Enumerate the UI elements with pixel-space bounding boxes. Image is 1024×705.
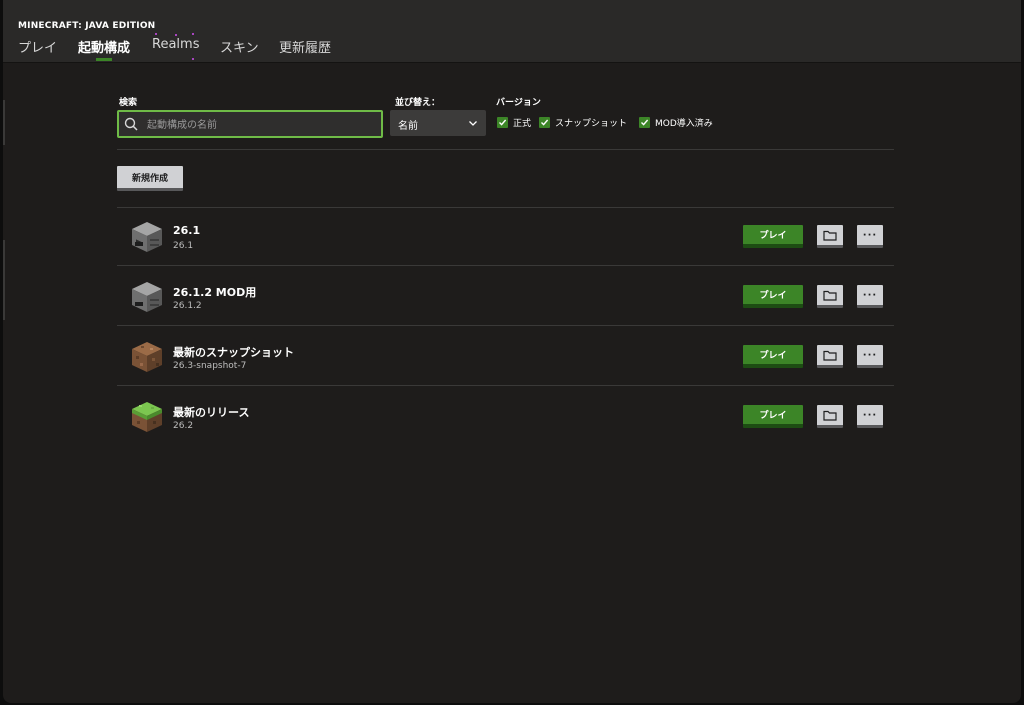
checkmark-icon — [497, 116, 508, 128]
installation-version: 26.1.2 — [173, 301, 202, 311]
open-folder-button[interactable] — [817, 345, 843, 368]
play-button[interactable]: プレイ — [743, 345, 803, 368]
open-folder-button[interactable] — [817, 405, 843, 428]
play-button[interactable]: プレイ — [743, 405, 803, 428]
furnace-icon — [132, 222, 162, 252]
installation-version: 26.3-snapshot-7 — [173, 361, 247, 371]
grass-block-icon — [132, 402, 162, 432]
dirt-block-icon — [132, 342, 162, 372]
sort-label: 並び替え： — [395, 98, 441, 108]
installation-name: 最新のスナップショット — [173, 346, 294, 359]
row-divider — [117, 265, 894, 266]
search-input[interactable] — [145, 115, 379, 135]
top-header: MINECRAFT: JAVA EDITION プレイ 起動構成 Realms … — [3, 0, 1021, 63]
play-button[interactable]: プレイ — [743, 285, 803, 308]
app-title: MINECRAFT: JAVA EDITION — [18, 21, 156, 31]
installation-version: 26.2 — [173, 421, 194, 431]
realms-sparkle-icon — [175, 34, 177, 36]
installation-name: 26.1 — [173, 224, 201, 237]
play-button[interactable]: プレイ — [743, 225, 803, 248]
filter-release-checkbox[interactable]: 正式 — [497, 116, 532, 129]
filter-release-label: 正式 — [513, 118, 532, 129]
search-label: 検索 — [119, 98, 138, 108]
search-field[interactable] — [117, 110, 383, 138]
installation-row[interactable]: 最新のリリース 26.2 プレイ ··· — [117, 388, 894, 446]
tab-skins[interactable]: スキン — [220, 37, 259, 56]
filter-snapshot-checkbox[interactable]: スナップショット — [539, 116, 628, 129]
filter-modded-label: MOD導入済み — [655, 118, 713, 129]
more-options-button[interactable]: ··· — [857, 285, 883, 308]
version-label: バージョン — [496, 98, 541, 108]
launcher-window: MINECRAFT: JAVA EDITION プレイ 起動構成 Realms … — [3, 0, 1021, 703]
sort-dropdown[interactable]: 名前 — [390, 110, 486, 136]
realms-sparkle-icon — [155, 33, 157, 35]
folder-icon — [823, 290, 837, 301]
filter-modded-checkbox[interactable]: MOD導入済み — [639, 116, 713, 129]
search-icon — [124, 117, 138, 131]
open-folder-button[interactable] — [817, 225, 843, 248]
window-edge — [3, 100, 5, 145]
folder-icon — [823, 350, 837, 361]
folder-icon — [823, 230, 837, 241]
furnace-icon — [132, 282, 162, 312]
installation-name: 最新のリリース — [173, 406, 250, 419]
installation-name: 26.1.2 MOD用 — [173, 286, 257, 299]
tab-patch-notes[interactable]: 更新履歴 — [279, 37, 331, 56]
open-folder-button[interactable] — [817, 285, 843, 308]
filter-snapshot-label: スナップショット — [555, 118, 628, 129]
more-options-button[interactable]: ··· — [857, 345, 883, 368]
filters-divider — [117, 149, 894, 150]
row-divider — [117, 325, 894, 326]
folder-icon — [823, 410, 837, 421]
realms-sparkle-icon — [192, 58, 194, 60]
tab-play[interactable]: プレイ — [18, 37, 57, 56]
active-tab-indicator — [96, 58, 112, 61]
more-options-button[interactable]: ··· — [857, 225, 883, 248]
window-edge — [3, 240, 5, 320]
row-divider — [117, 385, 894, 386]
chevron-down-icon — [469, 121, 477, 126]
tab-installations[interactable]: 起動構成 — [78, 37, 130, 56]
installation-row[interactable]: 26.1 26.1 プレイ ··· — [117, 208, 894, 266]
tab-realms[interactable]: Realms — [152, 37, 199, 52]
installation-row[interactable]: 最新のスナップショット 26.3-snapshot-7 プレイ ··· — [117, 328, 894, 386]
installation-version: 26.1 — [173, 241, 194, 251]
installation-row[interactable]: 26.1.2 MOD用 26.1.2 プレイ ··· — [117, 268, 894, 326]
new-installation-button[interactable]: 新規作成 — [117, 166, 183, 191]
realms-sparkle-icon — [192, 33, 194, 35]
checkmark-icon — [539, 116, 550, 128]
checkmark-icon — [639, 116, 650, 128]
more-options-button[interactable]: ··· — [857, 405, 883, 428]
sort-value: 名前 — [398, 121, 418, 132]
